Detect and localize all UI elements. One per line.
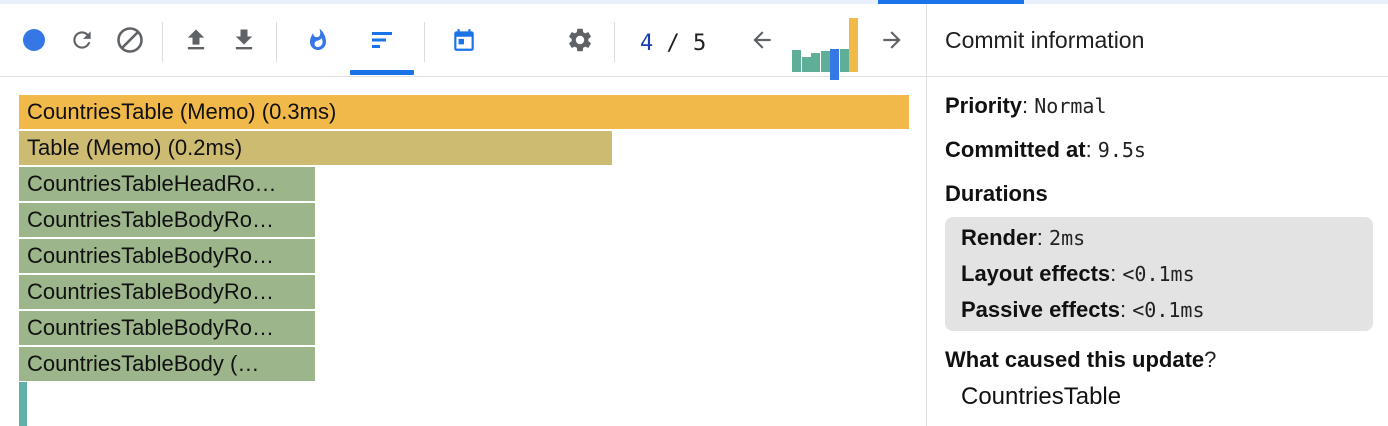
toolbar-separator [614, 22, 615, 62]
gear-icon [569, 28, 591, 52]
calendar-icon [454, 29, 474, 51]
committed-at-value: 9.5s [1097, 138, 1146, 162]
passive-effects-value: <0.1ms [1132, 298, 1205, 322]
load-profile-button[interactable] [180, 24, 212, 56]
flamegraph-bar[interactable]: Table (Memo) (0.2ms) [19, 131, 612, 165]
arrow-right-icon [883, 31, 901, 49]
commit-info-panel: Commit information Priority: Normal Comm… [926, 4, 1388, 426]
committed-at-label: Committed at [945, 137, 1086, 162]
panel-title: Commit information [927, 4, 1388, 77]
save-profile-button[interactable] [228, 24, 260, 56]
flamegraph-bar[interactable]: CountriesTableBodyRo… [19, 203, 315, 237]
previous-commit-button[interactable] [746, 24, 778, 56]
flamegraph-bar[interactable]: CountriesTableBody (… [19, 347, 315, 381]
flamegraph-area: CountriesTable (Memo) (0.3ms) Table (Memo… [0, 77, 926, 426]
cause-label: What caused this update [945, 347, 1205, 372]
timeline-tab[interactable] [448, 24, 480, 56]
current-commit: 4 [640, 31, 654, 56]
render-duration-row: Render: 2ms [961, 225, 1086, 250]
flamegraph-bar[interactable]: CountriesTable (Memo) (0.3ms) [19, 95, 909, 129]
arrow-left-icon [753, 31, 771, 49]
commit-separator: / [653, 31, 693, 56]
flamegraph-thin-bar[interactable] [19, 382, 27, 426]
commit-bar[interactable] [792, 50, 801, 72]
next-commit-button[interactable] [876, 24, 908, 56]
upload-icon [187, 29, 205, 50]
layout-effects-value: <0.1ms [1122, 262, 1195, 286]
layout-effects-row: Layout effects: <0.1ms [961, 261, 1195, 286]
commit-bar[interactable] [811, 53, 820, 72]
download-icon [235, 29, 253, 50]
total-commits: 5 [693, 31, 707, 56]
commit-bar[interactable] [821, 51, 830, 72]
toolbar-separator [276, 22, 277, 62]
render-label: Render [961, 225, 1037, 250]
passive-effects-row: Passive effects: <0.1ms [961, 297, 1205, 322]
active-tab-indicator [350, 70, 414, 75]
flame-chart-tab[interactable] [302, 24, 334, 56]
profiler-toolbar: 4 / 5 [0, 4, 926, 80]
durations-label: Durations [945, 181, 1048, 206]
durations-box: Render: 2ms Layout effects: <0.1ms Passi… [945, 217, 1373, 331]
ranked-icon [372, 32, 392, 48]
priority-value: Normal [1034, 94, 1107, 118]
commit-selector-chart[interactable] [792, 16, 858, 80]
clear-icon [117, 27, 143, 53]
record-button[interactable] [18, 24, 50, 56]
flamegraph-bar[interactable]: CountriesTableBodyRo… [19, 311, 315, 345]
priority-label: Priority [945, 93, 1023, 118]
ranked-chart-tab[interactable] [366, 24, 398, 56]
render-value: 2ms [1049, 226, 1086, 250]
durations-heading: Durations [945, 181, 1371, 207]
commit-bar[interactable] [849, 18, 858, 72]
layout-effects-label: Layout effects [961, 261, 1111, 286]
toolbar-separator [424, 22, 425, 62]
cause-component[interactable]: CountriesTable [945, 383, 1371, 411]
commit-bar[interactable] [840, 49, 849, 72]
priority-row: Priority: Normal [945, 93, 1107, 118]
flame-icon [310, 28, 326, 50]
toolbar-separator [162, 22, 163, 62]
flamegraph-bar[interactable]: CountriesTableHeadRo… [19, 167, 315, 201]
commit-bar[interactable] [802, 57, 811, 72]
commit-bar-selected[interactable] [830, 49, 839, 80]
clear-profiling-button[interactable] [114, 24, 146, 56]
reload-and-profile-button[interactable] [66, 24, 98, 56]
cause-heading: What caused this update? [945, 347, 1217, 372]
passive-effects-label: Passive effects [961, 297, 1120, 322]
flamegraph-bar[interactable]: CountriesTableBodyRo… [19, 239, 315, 273]
flamegraph-bar[interactable]: CountriesTableBodyRo… [19, 275, 315, 309]
commit-counter: 4 / 5 [640, 31, 706, 56]
record-dot-icon [23, 29, 45, 51]
reload-icon [73, 31, 91, 49]
committed-at-row: Committed at: 9.5s [945, 137, 1146, 162]
settings-button[interactable] [564, 24, 596, 56]
